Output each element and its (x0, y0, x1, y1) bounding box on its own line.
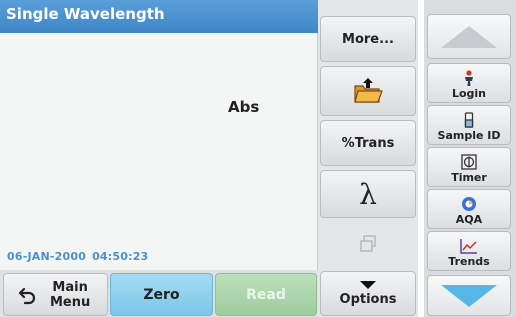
options-button[interactable]: Options (320, 271, 416, 316)
arrow-down-icon (441, 284, 497, 307)
measurement-panel: Single Wavelength Abs 06-JAN-2000 04:50:2… (0, 0, 318, 270)
login-label: Login (451, 87, 487, 100)
main-menu-label-line1: Main (52, 279, 88, 295)
aqa-button[interactable]: AQA (427, 189, 511, 229)
aqa-label: AQA (455, 213, 483, 226)
percent-trans-button[interactable]: %Trans (320, 120, 416, 166)
triangle-down-icon (360, 281, 376, 289)
zero-button[interactable]: Zero (110, 273, 213, 316)
copy-button[interactable] (320, 222, 416, 266)
main-menu-button[interactable]: Main Menu (3, 273, 108, 316)
sample-id-label: Sample ID (437, 129, 501, 142)
open-folder-button[interactable] (320, 66, 416, 116)
wavelength-button[interactable]: λ (320, 170, 416, 218)
more-button[interactable]: More... (320, 16, 416, 62)
person-icon (465, 70, 473, 86)
options-label: Options (339, 292, 397, 307)
read-button[interactable]: Read (215, 273, 317, 316)
sample-vial-icon (464, 112, 474, 128)
timer-button[interactable]: Timer (427, 147, 511, 187)
trends-label: Trends (448, 255, 490, 268)
timer-label: Timer (451, 171, 487, 184)
abs-readout-label: Abs (228, 98, 260, 116)
scroll-down-button[interactable] (427, 275, 511, 316)
back-arrow-icon (18, 287, 36, 304)
trends-button[interactable]: Trends (427, 231, 511, 271)
copy-icon (360, 235, 376, 252)
arrow-up-icon (441, 25, 497, 48)
aqa-icon (462, 197, 476, 211)
trends-chart-icon (460, 239, 477, 254)
lambda-symbol: λ (359, 177, 377, 211)
page-title: Single Wavelength (0, 0, 318, 33)
login-button[interactable]: Login (427, 63, 511, 103)
timer-icon (461, 154, 477, 170)
time-text: 04:50:23 (92, 250, 149, 263)
main-menu-label-line2: Menu (50, 294, 91, 310)
sample-id-button[interactable]: Sample ID (427, 105, 511, 145)
date-time-display: 06-JAN-2000 04:50:23 (7, 250, 148, 263)
scroll-up-button[interactable] (427, 14, 511, 59)
folder-open-icon (354, 78, 383, 103)
date-text: 06-JAN-2000 (7, 250, 87, 263)
